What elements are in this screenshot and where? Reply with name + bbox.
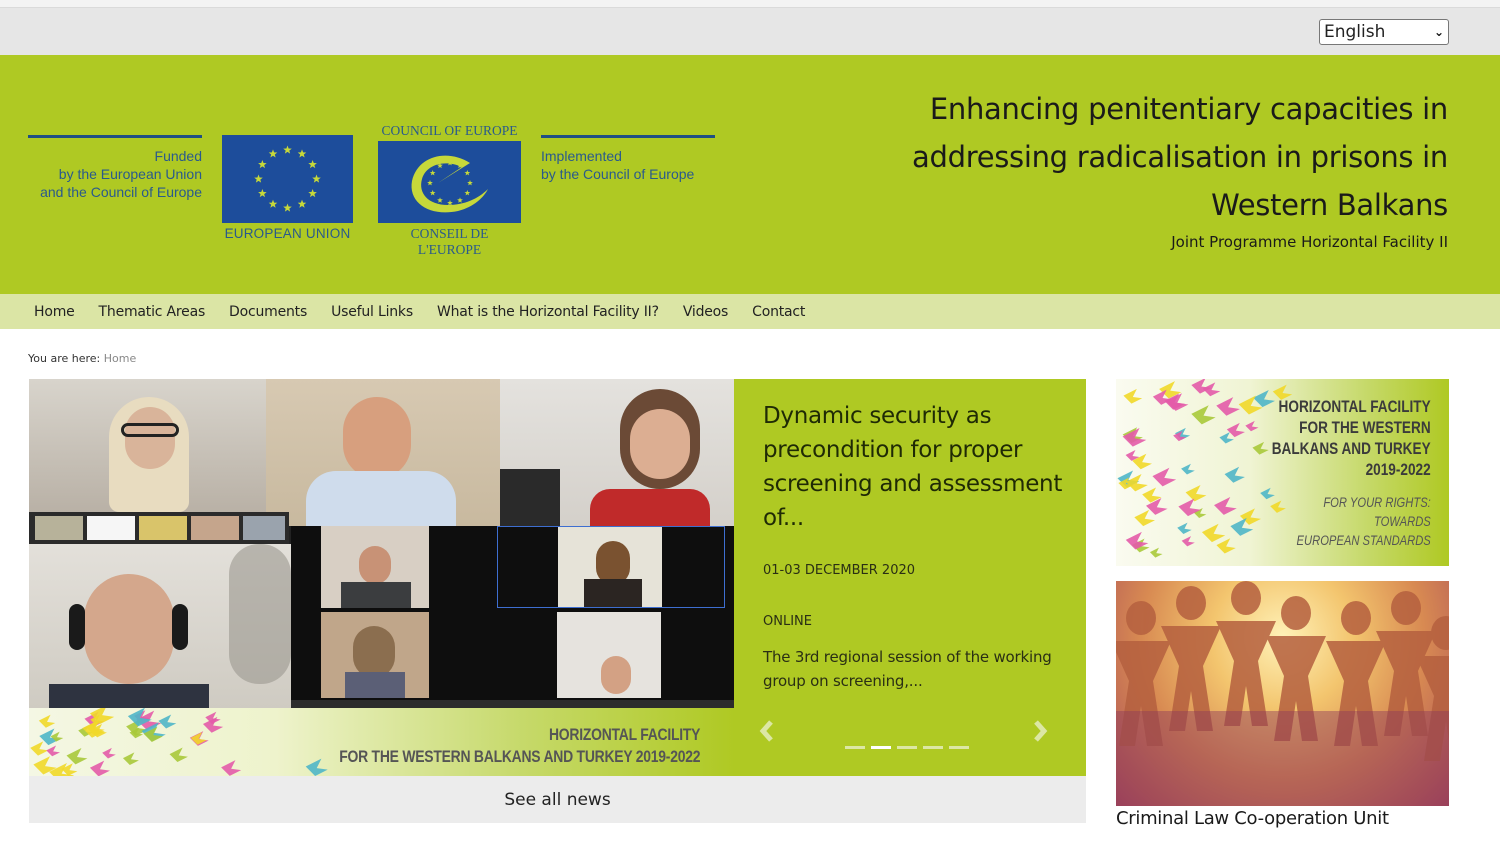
banner-text: HORIZONTAL FACILITY FOR THE WESTERN BALK…: [339, 724, 700, 768]
site-header: Funded by the European Union and the Cou…: [0, 55, 1500, 294]
video-grid: [291, 526, 734, 708]
sidebar-banner-sub-line: EUROPEAN STANDARDS: [1296, 532, 1431, 548]
coe-logo-icon: [378, 141, 521, 223]
paper-people-chain-icon: [1116, 581, 1449, 806]
sidebar-banner-title-line: BALKANS AND TURKEY: [1272, 439, 1431, 458]
video-tile: [29, 544, 291, 708]
site-title-line: Western Balkans: [1211, 188, 1448, 222]
funded-line: and the Council of Europe: [40, 184, 202, 200]
nav-item-contact[interactable]: Contact: [740, 304, 817, 320]
slide-content: Dynamic security as precondition for pro…: [763, 399, 1063, 693]
site-subtitle: Joint Programme Horizontal Facility II: [1171, 233, 1448, 251]
slider-dot[interactable]: [897, 746, 917, 749]
slider-dot[interactable]: [949, 746, 969, 749]
slider-pagination: [845, 746, 969, 749]
coe-top-label: COUNCIL OF EUROPE: [381, 123, 518, 138]
nav-item-videos[interactable]: Videos: [671, 304, 740, 320]
coe-bottom-label: CONSEIL DE L'EUROPE: [410, 226, 489, 257]
language-select-value: English: [1324, 22, 1386, 42]
language-bar: English ⌄: [0, 8, 1500, 55]
sidebar-banner-sub-line: FOR YOUR RIGHTS:: [1323, 494, 1431, 510]
video-tile: [500, 379, 734, 526]
slide-title[interactable]: Dynamic security as precondition for pro…: [763, 399, 1063, 535]
sidebar-banner-title-line: 2019-2022: [1365, 460, 1431, 479]
news-slider: HORIZONTAL FACILITY FOR THE WESTERN BALK…: [29, 379, 1086, 776]
breadcrumb: You are here: Home: [28, 352, 136, 365]
site-title-line: addressing radicalisation in prisons in: [912, 140, 1448, 174]
banner-line: HORIZONTAL FACILITY: [548, 725, 700, 744]
implemented-line: Implemented: [541, 148, 622, 164]
nav-item-home[interactable]: Home: [22, 304, 87, 320]
funded-line: Funded: [154, 148, 202, 164]
chevron-left-icon: [759, 720, 773, 742]
slider-next-button[interactable]: [1032, 716, 1048, 749]
slide-image[interactable]: HORIZONTAL FACILITY FOR THE WESTERN BALK…: [29, 379, 734, 776]
slider-dot[interactable]: [845, 746, 865, 749]
eu-flag-icon: [222, 135, 353, 223]
implemented-by-text: Implemented by the Council of Europe: [541, 147, 715, 183]
slider-prev-button[interactable]: [759, 716, 775, 749]
nav-item-what-is-hf[interactable]: What is the Horizontal Facility II?: [425, 304, 671, 320]
chevron-right-icon: [1034, 720, 1048, 742]
sidebar-banner-title-line: HORIZONTAL FACILITY: [1278, 397, 1431, 416]
horizontal-facility-banner: HORIZONTAL FACILITY FOR THE WESTERN BALK…: [29, 708, 734, 776]
video-tile: [29, 379, 266, 512]
main-nav: Home Thematic Areas Documents Useful Lin…: [0, 294, 1500, 329]
nav-item-thematic-areas[interactable]: Thematic Areas: [87, 304, 218, 320]
video-tile: [266, 379, 500, 526]
nav-item-useful-links[interactable]: Useful Links: [319, 304, 425, 320]
implemented-by-logo: Implemented by the Council of Europe: [541, 135, 715, 183]
logo-rule: [28, 135, 202, 138]
see-all-news-button[interactable]: See all news: [29, 776, 1086, 823]
site-title: Enhancing penitentiary capacities in add…: [808, 85, 1448, 229]
sidebar-horizontal-facility-banner[interactable]: HORIZONTAL FACILITY FOR THE WESTERN BALK…: [1116, 379, 1449, 566]
sidebar-banner-subtitle: FOR YOUR RIGHTS: TOWARDS EUROPEAN STANDA…: [1297, 493, 1431, 550]
sidebar-banner-title: HORIZONTAL FACILITY FOR THE WESTERN BALK…: [1272, 396, 1431, 480]
chevron-down-icon: ⌄: [1433, 25, 1444, 39]
birds-decoration-icon: [30, 708, 328, 776]
sidebar-banner-title-line: FOR THE WESTERN: [1299, 418, 1431, 437]
language-select[interactable]: English ⌄: [1319, 19, 1449, 45]
slide-date: 01-03 DECEMBER 2020: [763, 563, 916, 578]
logo-rule: [541, 135, 715, 138]
slider-dot[interactable]: [923, 746, 943, 749]
funded-by-logo: Funded by the European Union and the Cou…: [28, 135, 202, 201]
breadcrumb-home-link[interactable]: Home: [104, 352, 136, 365]
funded-line: by the European Union: [58, 166, 202, 182]
browser-top-strip: [0, 0, 1500, 8]
nav-item-documents[interactable]: Documents: [217, 304, 319, 320]
breadcrumb-prefix: You are here:: [28, 352, 101, 365]
slide-description: The 3rd regional session of the working …: [763, 648, 1052, 690]
eu-label: EUROPEAN UNION: [224, 226, 351, 241]
video-thumbnail-strip: [29, 512, 289, 544]
slide-location: ONLINE: [763, 614, 812, 629]
banner-line: FOR THE WESTERN BALKANS AND TURKEY 2019-…: [339, 747, 700, 766]
implemented-line: by the Council of Europe: [541, 166, 695, 182]
criminal-law-unit-image[interactable]: [1116, 581, 1449, 806]
slider-dot[interactable]: [871, 746, 891, 749]
sidebar-banner-sub-line: TOWARDS: [1374, 513, 1431, 529]
funded-by-text: Funded by the European Union and the Cou…: [28, 147, 202, 201]
site-title-line: Enhancing penitentiary capacities in: [929, 92, 1448, 126]
criminal-law-unit-link[interactable]: Criminal Law Co-operation Unit: [1116, 808, 1389, 829]
